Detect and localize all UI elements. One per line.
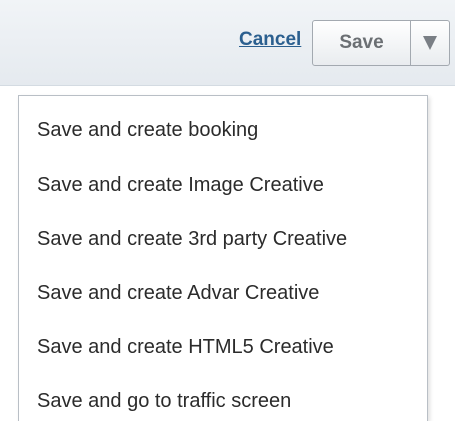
menu-item-save-and-create-3rd-party-creative[interactable]: Save and create 3rd party Creative (37, 228, 347, 251)
menu-item-save-and-go-to-traffic-screen[interactable]: Save and go to traffic screen (37, 390, 291, 413)
menu-item-save-and-create-booking[interactable]: Save and create booking (37, 119, 258, 142)
toolbar: Cancel Save (0, 0, 455, 86)
menu-item-save-and-create-image-creative[interactable]: Save and create Image Creative (37, 174, 324, 197)
save-options-menu: Save and create booking Save and create … (18, 95, 428, 421)
save-button[interactable]: Save (312, 20, 411, 66)
caret-down-icon (423, 36, 437, 50)
save-split-button: Save (312, 20, 450, 66)
save-dropdown-toggle[interactable] (411, 20, 450, 66)
menu-item-save-and-create-html5-creative[interactable]: Save and create HTML5 Creative (37, 336, 334, 359)
cancel-link[interactable]: Cancel (239, 29, 301, 51)
menu-item-save-and-create-advar-creative[interactable]: Save and create Advar Creative (37, 282, 319, 305)
